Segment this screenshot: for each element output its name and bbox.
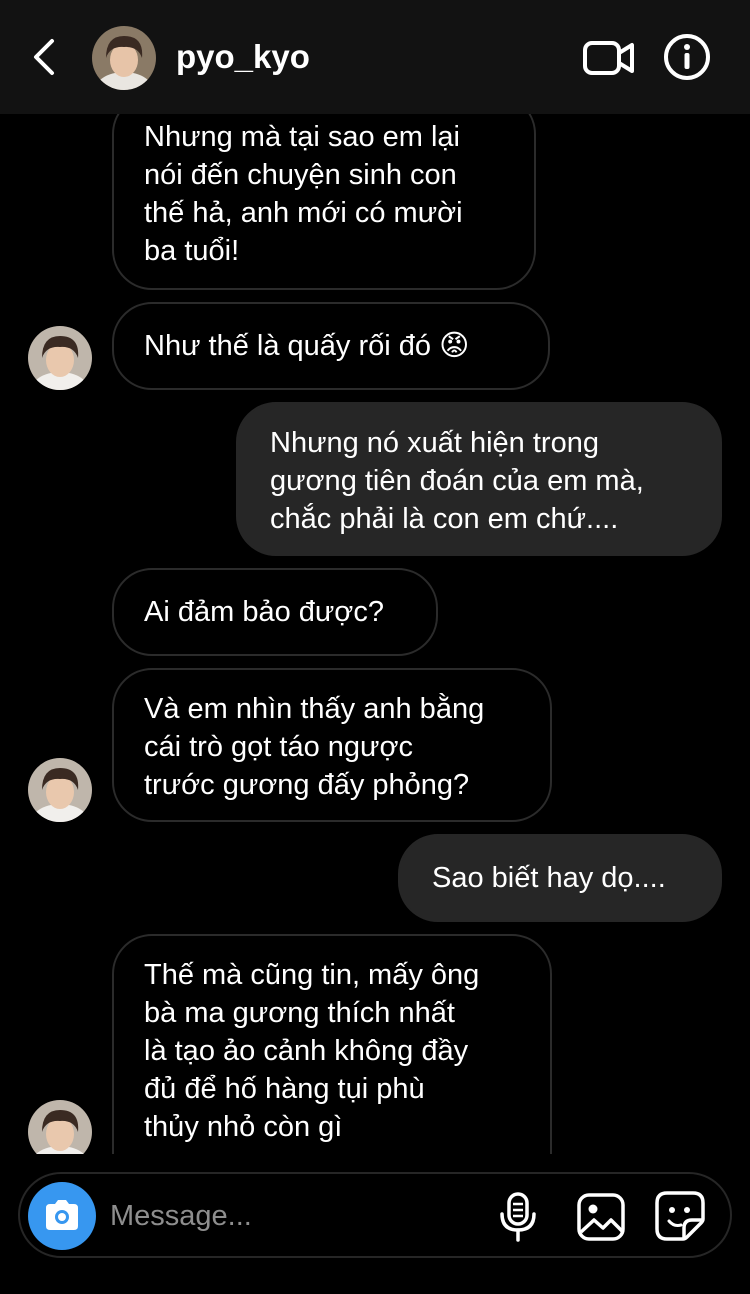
- chat-username[interactable]: pyo_kyo: [176, 34, 310, 80]
- message-thread[interactable]: Nhưng mà tại sao em lại nói đến chuyện s…: [0, 114, 750, 1154]
- gallery-icon[interactable]: [576, 1192, 626, 1242]
- camera-icon[interactable]: [28, 1182, 96, 1250]
- microphone-icon[interactable]: [498, 1190, 538, 1244]
- message-bubble-sent[interactable]: Sao biết hay dọ....: [398, 834, 722, 922]
- sticker-icon[interactable]: [654, 1190, 706, 1242]
- chat-header: pyo_kyo: [0, 0, 750, 114]
- back-chevron-icon[interactable]: [26, 32, 66, 82]
- message-bubble-sent[interactable]: Nhưng nó xuất hiện trong gương tiên đoán…: [236, 402, 722, 556]
- sender-avatar[interactable]: [28, 1100, 92, 1154]
- sender-avatar[interactable]: [28, 326, 92, 390]
- message-bubble-received[interactable]: Như thế là quấy rối đó 😡: [112, 302, 550, 390]
- message-input[interactable]: [110, 1194, 470, 1238]
- message-bubble-received[interactable]: Nhưng mà tại sao em lại nói đến chuyện s…: [112, 114, 536, 290]
- sender-avatar[interactable]: [28, 758, 92, 822]
- header-avatar[interactable]: [92, 26, 156, 90]
- message-bubble-received[interactable]: Ai đảm bảo được?: [112, 568, 438, 656]
- message-composer: [18, 1172, 732, 1258]
- video-call-icon[interactable]: [582, 36, 636, 80]
- info-icon[interactable]: [662, 32, 712, 82]
- dm-screen: pyo_kyo Nhưng mà tại sao em lại nói đến …: [0, 0, 750, 1294]
- message-bubble-received[interactable]: Thế mà cũng tin, mấy ông bà ma gương thí…: [112, 934, 552, 1154]
- message-bubble-received[interactable]: Và em nhìn thấy anh bằng cái trò gọt táo…: [112, 668, 552, 822]
